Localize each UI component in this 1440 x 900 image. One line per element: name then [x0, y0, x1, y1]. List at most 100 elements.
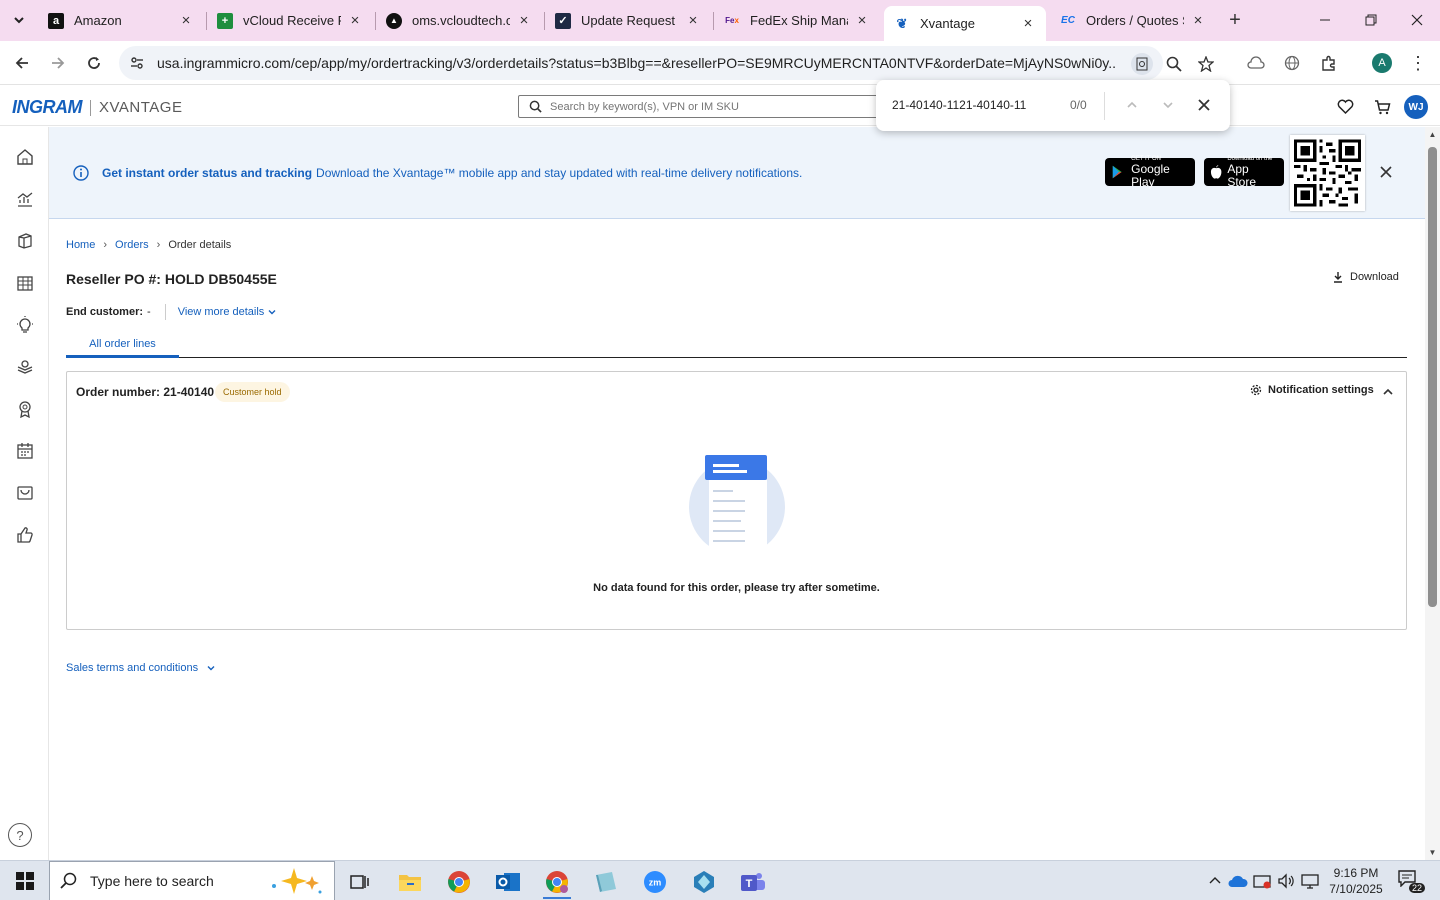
order-card: Order number: 21-40140 Customer hold Not… [66, 371, 1407, 630]
find-in-page-bar: 21-40140-1121-40140-11 0/0 [876, 80, 1230, 131]
restore-button[interactable] [1348, 0, 1394, 40]
plus-icon: + [1229, 8, 1241, 31]
url-text[interactable]: usa.ingrammicro.com/cep/app/my/ordertrac… [157, 55, 1117, 71]
chevron-down-icon [207, 666, 215, 671]
bookmark-star-icon[interactable] [1195, 53, 1217, 75]
home-icon[interactable] [14, 146, 36, 168]
scroll-down-icon[interactable]: ▼ [1428, 848, 1437, 857]
taskbar-search[interactable]: Type here to search [49, 861, 335, 900]
profile-avatar[interactable]: A [1372, 53, 1392, 73]
tab-update-request[interactable]: ✓ Update Request - × [545, 6, 711, 35]
find-close-button[interactable] [1193, 94, 1215, 116]
banner-close-button[interactable] [1377, 163, 1395, 181]
catalog-icon[interactable] [14, 230, 36, 252]
breadcrumb-orders[interactable]: Orders [115, 239, 149, 251]
folder-icon [399, 875, 421, 891]
find-previous-button[interactable] [1121, 94, 1143, 116]
back-button[interactable] [8, 49, 36, 77]
page-scrollbar[interactable]: ▲ ▼ [1425, 127, 1440, 860]
collapse-button[interactable] [1380, 384, 1396, 400]
sheets-icon: + [217, 12, 233, 29]
award-icon[interactable] [14, 398, 36, 420]
chrome-profile-taskbar-button[interactable] [535, 865, 579, 899]
close-window-button[interactable] [1394, 0, 1440, 40]
reload-button[interactable] [80, 49, 108, 77]
extension-cloud-icon[interactable] [1244, 51, 1268, 75]
task-view-icon [350, 875, 369, 889]
tab-all-order-lines[interactable]: All order lines [66, 330, 179, 358]
breadcrumb-home[interactable]: Home [66, 239, 95, 251]
notification-settings-button[interactable]: Notification settings [1250, 384, 1374, 396]
svg-text:T: T [746, 878, 753, 890]
chrome-taskbar-button[interactable] [437, 865, 481, 899]
inbox-icon[interactable] [14, 482, 36, 504]
task-view-button[interactable] [338, 865, 382, 899]
sales-terms-toggle[interactable]: Sales terms and conditions [66, 662, 216, 674]
volume-icon[interactable] [1276, 870, 1296, 892]
check-icon: ✓ [555, 12, 571, 29]
analytics-icon[interactable] [14, 188, 36, 210]
tab-vcloud[interactable]: + vCloud Receive Fil × [207, 6, 373, 35]
extension-globe-icon[interactable] [1280, 51, 1304, 75]
close-tab-icon[interactable]: × [685, 12, 701, 29]
view-more-details-link[interactable]: View more details [178, 306, 278, 318]
tab-orders-quotes[interactable]: EC Orders / Quotes S × [1050, 6, 1216, 35]
notification-center-button[interactable]: 22 [1397, 869, 1425, 893]
product-search[interactable] [518, 95, 888, 118]
tab-search-dropdown[interactable] [6, 7, 32, 33]
find-query[interactable]: 21-40140-1121-40140-11 [892, 98, 1026, 112]
help-button[interactable]: ? [8, 823, 32, 847]
close-tab-icon[interactable]: × [1020, 15, 1036, 32]
app-store-button[interactable]: Download on the App Store [1204, 156, 1284, 188]
address-bar[interactable]: usa.ingrammicro.com/cep/app/my/ordertrac… [119, 46, 1163, 80]
chevron-down-icon [1163, 102, 1173, 109]
close-tab-icon[interactable]: × [347, 12, 363, 29]
lightbulb-icon[interactable] [14, 314, 36, 336]
tab-amazon[interactable]: a Amazon × [38, 6, 204, 35]
find-next-button[interactable] [1157, 94, 1179, 116]
tab-xvantage[interactable]: ❦ Xvantage × [884, 6, 1046, 41]
scrollbar-thumb[interactable] [1428, 147, 1437, 607]
start-button[interactable] [4, 861, 46, 900]
xvantage-logo[interactable]: INGRAM XVANTAGE [12, 97, 182, 118]
close-tab-icon[interactable]: × [854, 12, 870, 29]
download-button[interactable]: Download [1332, 271, 1399, 283]
favorites-heart-icon[interactable] [1334, 96, 1356, 118]
taskbar-clock[interactable]: 9:16 PM 7/10/2025 [1326, 865, 1386, 897]
find-in-page-icon[interactable] [1131, 53, 1153, 75]
close-tab-icon[interactable]: × [1190, 12, 1206, 29]
google-play-button[interactable]: GET IT ON Google Play [1105, 156, 1195, 188]
show-hidden-icons[interactable] [1205, 870, 1225, 892]
display-icon[interactable] [1300, 870, 1320, 892]
banner-title: Get instant order status and tracking [102, 166, 313, 180]
calendar-icon[interactable] [14, 440, 36, 462]
minimize-button[interactable] [1302, 0, 1348, 40]
site-info-icon[interactable] [127, 53, 147, 73]
close-tab-icon[interactable]: × [516, 12, 532, 29]
orders-grid-icon[interactable] [14, 272, 36, 294]
extensions-puzzle-icon[interactable] [1317, 51, 1341, 75]
thumbs-up-icon[interactable] [14, 524, 36, 546]
search-input[interactable] [550, 100, 850, 113]
close-tab-icon[interactable]: × [178, 12, 194, 29]
tab-oms[interactable]: ▲ oms.vcloudtech.or × [376, 6, 542, 35]
zoom-icon[interactable] [1163, 53, 1185, 75]
outlook-button[interactable] [486, 865, 530, 899]
chrome-menu-icon[interactable]: ⋮ [1406, 51, 1430, 75]
forward-button[interactable] [44, 49, 72, 77]
file-explorer-button[interactable] [388, 865, 432, 899]
network-status-icon[interactable] [1252, 870, 1272, 892]
teams-button[interactable]: T [731, 865, 775, 899]
tab-fedex[interactable]: Fex FedEx Ship Manag × [714, 6, 880, 35]
ec-icon: EC [1061, 15, 1075, 26]
new-tab-button[interactable]: + [1223, 8, 1247, 32]
app-taskbar-button[interactable] [584, 865, 628, 899]
hex-app-icon [694, 871, 714, 893]
cart-icon[interactable] [1371, 96, 1393, 118]
scroll-up-icon[interactable]: ▲ [1428, 130, 1437, 139]
remote-app-button[interactable] [682, 865, 726, 899]
services-icon[interactable] [14, 356, 36, 378]
user-avatar[interactable]: WJ [1404, 95, 1428, 119]
zoom-app-button[interactable]: zm [633, 865, 677, 899]
onedrive-icon[interactable] [1228, 870, 1248, 892]
